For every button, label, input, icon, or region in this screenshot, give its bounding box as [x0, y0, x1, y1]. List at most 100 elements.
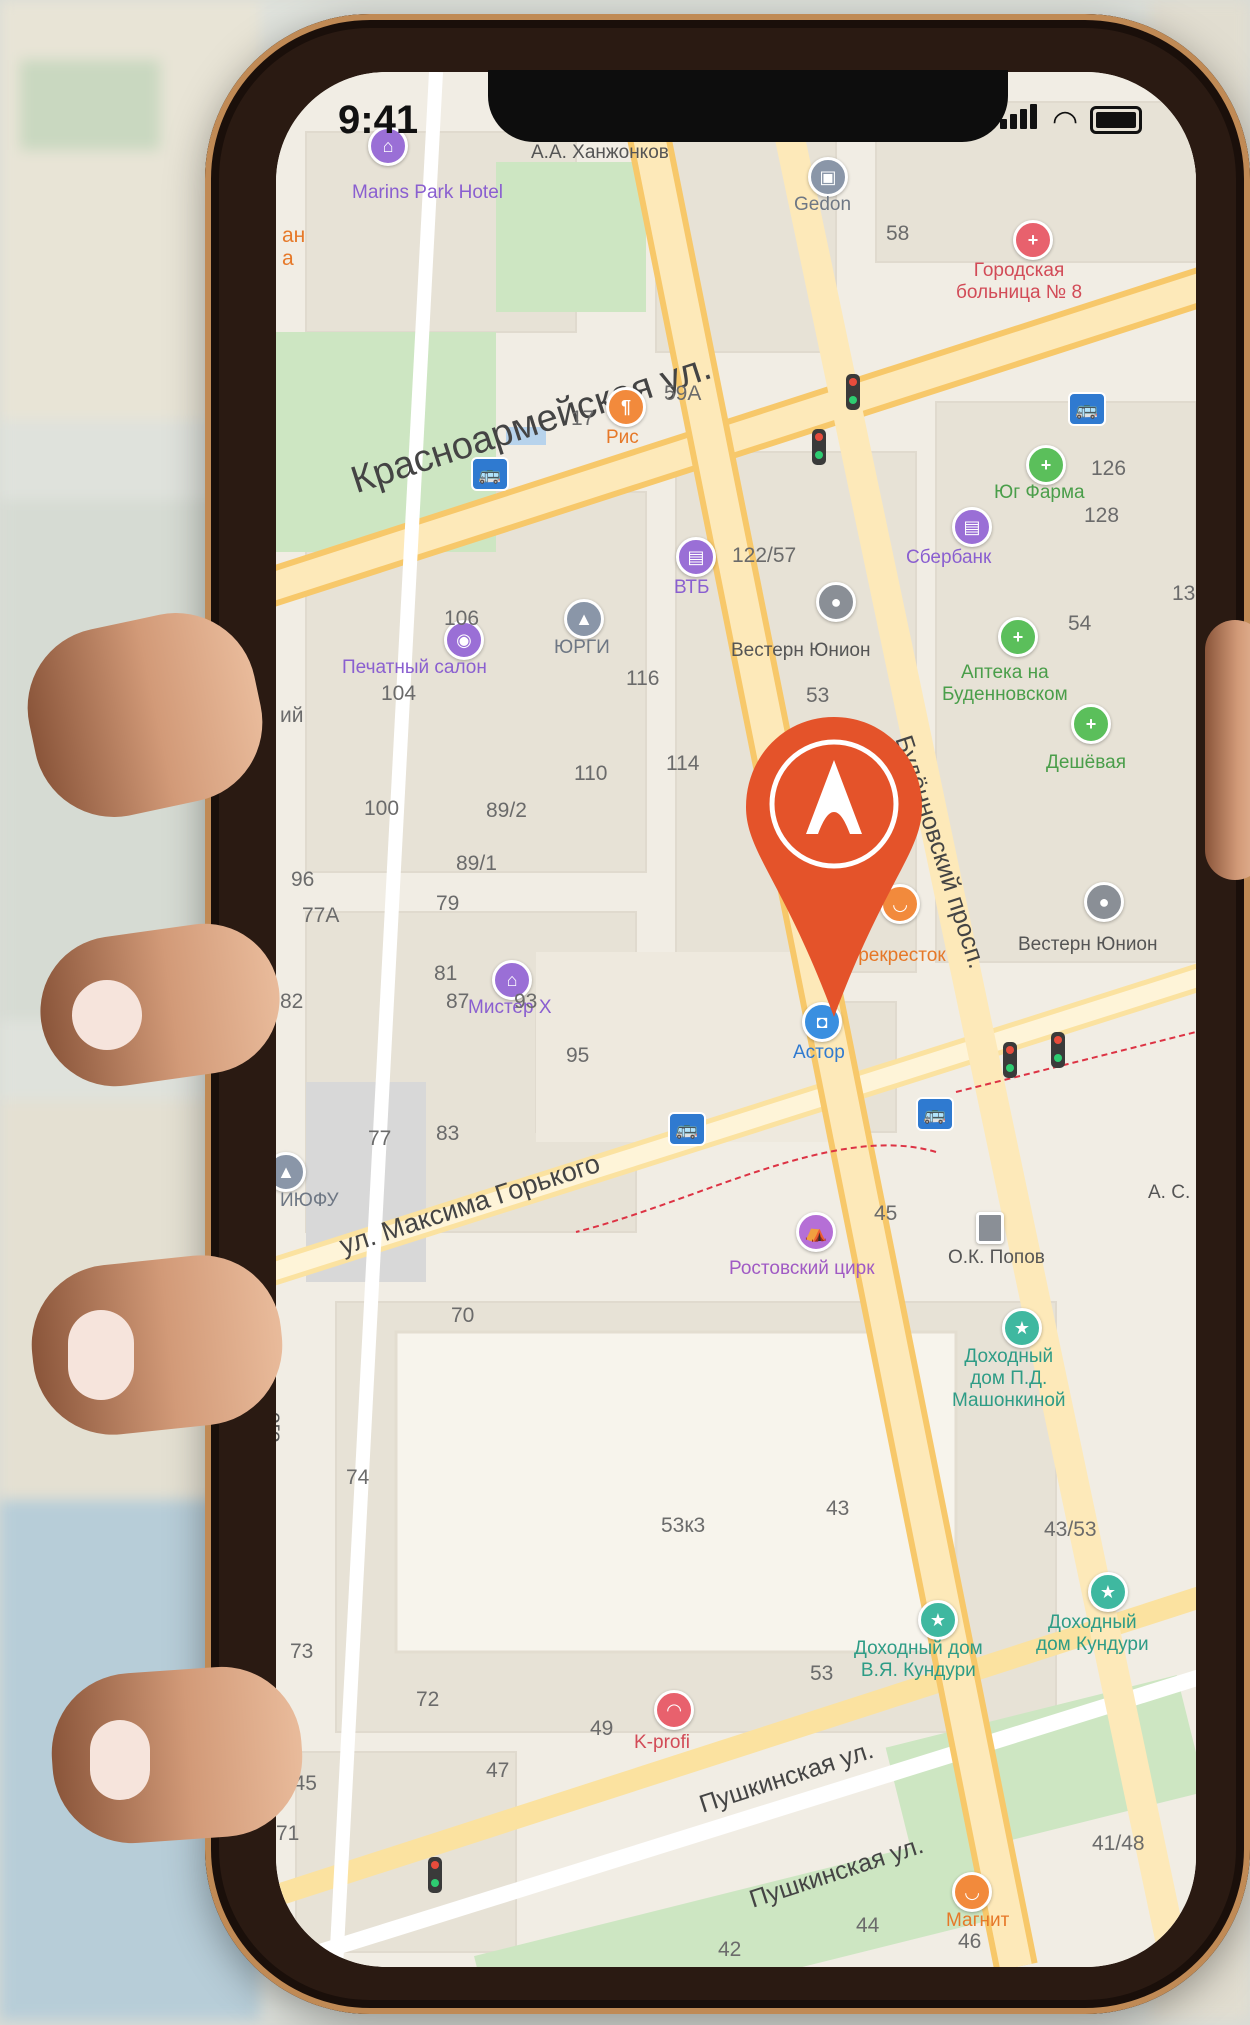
education-icon[interactable]: ▲	[564, 599, 604, 639]
star-icon-kunduri[interactable]: ★	[1088, 1572, 1128, 1612]
house-number: 83	[436, 1122, 460, 1145]
bus-stop-icon-4[interactable]: 🚌	[916, 1097, 954, 1131]
house-number: 77	[368, 1127, 392, 1150]
lips-icon[interactable]: ◠	[654, 1690, 694, 1730]
street-label-gorkogo-side: ого	[276, 1412, 286, 1443]
house-number: 71	[276, 1822, 300, 1845]
house-number: 44	[856, 1914, 880, 1937]
medical-cross-icon[interactable]: +	[1013, 220, 1053, 260]
phone-notch	[488, 70, 1008, 142]
poi-label-sberbank[interactable]: Сбербанк	[906, 547, 991, 569]
poi-label-vtb[interactable]: ВТБ	[674, 577, 709, 599]
map-view[interactable]: Красноармейская ул. ул. Максима Горького…	[276, 72, 1196, 1967]
battery-icon	[1090, 106, 1143, 134]
status-icons: ◠	[1000, 104, 1143, 138]
house-number: 53к3	[661, 1514, 706, 1537]
bank-icon[interactable]: ▤	[952, 507, 992, 547]
location-marker[interactable]	[744, 712, 924, 1032]
poi-label-mashonkinoy[interactable]: Доходный дом П.Д. Машонкиной	[952, 1346, 1066, 1412]
poi-label-astor[interactable]: Астор	[793, 1042, 845, 1064]
house-number: ий	[280, 704, 304, 727]
shopping-basket-icon-magnit[interactable]: ◡	[952, 1872, 992, 1912]
house-number: 43/53	[1044, 1518, 1097, 1541]
pin-icon-2[interactable]: ●	[1084, 882, 1124, 922]
bus-stop-icon-3[interactable]: 🚌	[668, 1112, 706, 1146]
pharmacy-icon[interactable]: +	[1026, 445, 1066, 485]
finger-ring	[46, 1661, 308, 1849]
house-number: ан	[282, 224, 306, 247]
poi-label-gedon[interactable]: Gedon	[794, 194, 851, 216]
poi-label-kunduri[interactable]: Доходный дом Кундури	[1036, 1612, 1149, 1656]
pin-icon[interactable]: ●	[816, 582, 856, 622]
house-number: 46	[958, 1930, 982, 1953]
star-icon[interactable]: ★	[1002, 1308, 1042, 1348]
poi-label-ris[interactable]: Рис	[606, 427, 639, 449]
fingernail	[90, 1720, 150, 1800]
traffic-light-icon	[846, 374, 860, 410]
poi-label-hospital[interactable]: Городская больница № 8	[956, 260, 1082, 304]
poi-label-apteka-budennovsky[interactable]: Аптека на Буденновском	[942, 662, 1068, 706]
restaurant-icon[interactable]: ¶	[606, 387, 646, 427]
house-number: 79	[436, 892, 460, 915]
bus-stop-icon[interactable]: 🚌	[471, 457, 509, 491]
poi-label-circus[interactable]: Ростовский цирк	[729, 1258, 875, 1280]
house-number: 54	[1068, 612, 1092, 635]
poi-label-as: А. С.	[1148, 1182, 1191, 1203]
pharmacy-icon-budennovsky[interactable]: +	[998, 617, 1038, 657]
house-number: 58	[886, 222, 910, 245]
map-base	[276, 72, 1196, 1967]
briefcase-icon[interactable]: ▣	[808, 157, 848, 197]
poi-label-yug-farma[interactable]: Юг Фарма	[994, 482, 1085, 504]
house-number: 53	[806, 684, 830, 707]
poi-label-western-union-1[interactable]: Вестерн Юнион	[731, 640, 871, 662]
bus-stop-icon-2[interactable]: 🚌	[1068, 392, 1106, 426]
circus-icon[interactable]: ⛺	[796, 1212, 836, 1252]
house-number: 43	[826, 1497, 850, 1520]
house-number: 100	[364, 797, 400, 820]
house-number: а	[282, 247, 294, 270]
house-number: 89/2	[486, 799, 527, 822]
house-number: 128	[1084, 504, 1120, 527]
house-number: 81	[434, 962, 458, 985]
star-icon-vya-kunduri[interactable]: ★	[918, 1600, 958, 1640]
house-number: 95	[566, 1044, 590, 1067]
poi-label-deshevaya[interactable]: Дешёвая	[1046, 752, 1126, 774]
bank-icon-vtb[interactable]: ▤	[676, 537, 716, 577]
house-number: 74	[346, 1466, 370, 1489]
monument-icon[interactable]	[976, 1212, 1004, 1244]
house-number: 89/1	[456, 852, 497, 875]
house-number: 87	[446, 990, 470, 1013]
pharmacy-icon-deshevaya[interactable]: +	[1071, 704, 1111, 744]
traffic-light-icon-3	[1003, 1042, 1017, 1078]
poi-label-pechatny-salon[interactable]: Печатный салон	[342, 657, 487, 679]
street-label-khanzhonkov: А.А. Ханжонков	[531, 142, 669, 163]
house-number: 42	[718, 1938, 742, 1961]
house-number: 96	[291, 868, 315, 891]
house-number: 104	[381, 682, 417, 705]
poi-label-k-profi[interactable]: K-profi	[634, 1732, 690, 1754]
finger-right	[1205, 620, 1250, 880]
signal-icon	[1000, 104, 1040, 134]
poi-label-marins[interactable]: Marins Park Hotel	[352, 182, 503, 204]
wifi-icon: ◠	[1052, 105, 1079, 138]
traffic-light-icon-5	[428, 1857, 442, 1893]
house-number: 93	[514, 990, 538, 1013]
house-number: 13	[1172, 582, 1196, 605]
house-number: 106	[444, 607, 480, 630]
poi-label-yurgi[interactable]: ЮРГИ	[554, 637, 610, 659]
house-number: 59А	[664, 382, 702, 405]
poi-label-popov[interactable]: О.К. Попов	[948, 1247, 1045, 1269]
poi-label-western-union-2[interactable]: Вестерн Юнион	[1018, 934, 1158, 956]
poi-label-vya-kunduri[interactable]: Доходный дом В.Я. Кундури	[854, 1638, 983, 1682]
poi-label-magnit[interactable]: Магнит	[946, 1910, 1009, 1932]
house-number: 49	[590, 1717, 614, 1740]
status-time: 9:41	[338, 98, 419, 142]
house-number: 116	[626, 667, 660, 690]
house-number: 73	[290, 1640, 314, 1663]
poi-label-mister-x[interactable]: Мистер Х	[468, 997, 552, 1019]
house-number: 53	[810, 1662, 834, 1685]
house-number: 17	[571, 407, 595, 430]
house-number: 122/57	[732, 544, 797, 567]
house-number: 70	[451, 1304, 475, 1327]
poi-label-yufu[interactable]: ИЮФУ	[280, 1190, 339, 1212]
